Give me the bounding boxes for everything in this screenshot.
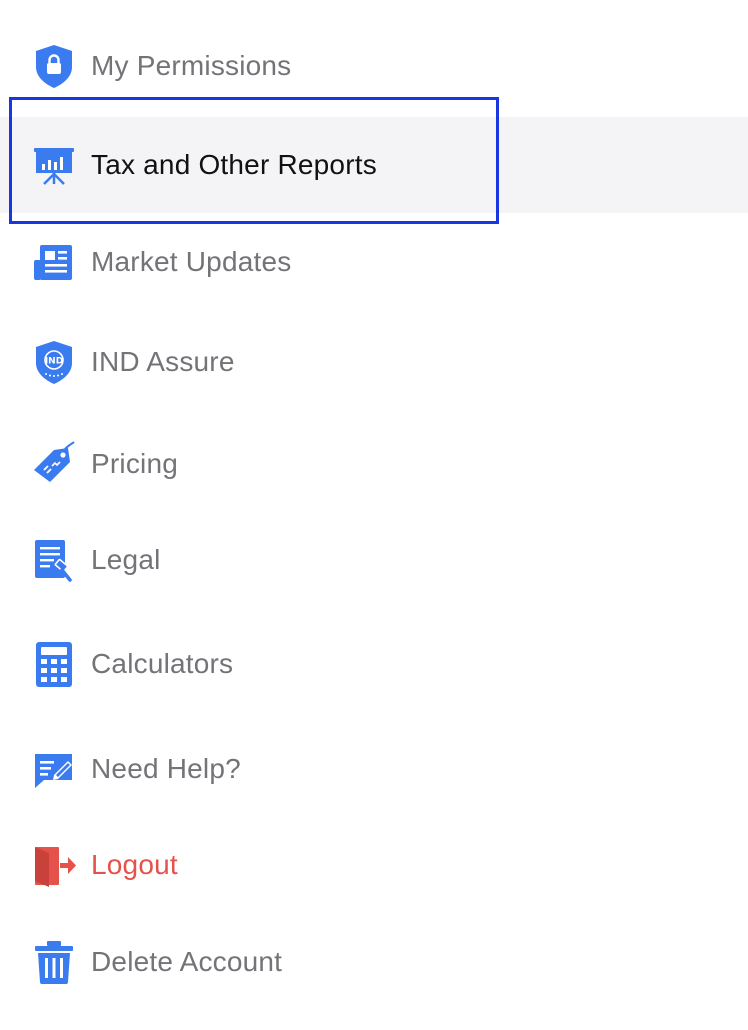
- ind-shield-icon: IND: [32, 338, 76, 386]
- menu-item-ind-assure[interactable]: IND IND Assure: [0, 314, 748, 410]
- shield-lock-icon: [32, 42, 76, 90]
- menu-item-need-help[interactable]: Need Help?: [0, 721, 748, 817]
- menu-item-label: My Permissions: [91, 50, 292, 81]
- menu-item-my-permissions[interactable]: My Permissions: [0, 18, 748, 114]
- menu-item-label: Calculators: [91, 648, 234, 679]
- newspaper-icon: [32, 238, 76, 286]
- menu-item-legal[interactable]: Legal: [0, 512, 748, 608]
- menu-item-label: Tax and Other Reports: [91, 149, 377, 180]
- menu-item-label: Pricing: [91, 448, 178, 479]
- menu-item-label: Need Help?: [91, 753, 241, 784]
- menu-item-logout[interactable]: Logout: [0, 817, 748, 913]
- menu-item-market-updates[interactable]: Market Updates: [0, 214, 748, 310]
- logout-door-icon: [32, 841, 76, 889]
- price-tag-icon: [32, 440, 76, 488]
- presentation-chart-icon: [32, 141, 76, 189]
- menu-item-label: Legal: [91, 544, 161, 575]
- menu-item-label: Delete Account: [91, 946, 283, 977]
- chat-edit-icon: [32, 745, 76, 793]
- menu-item-pricing[interactable]: Pricing: [0, 416, 748, 512]
- menu-item-label: Logout: [91, 849, 178, 880]
- legal-document-icon: [32, 536, 76, 584]
- menu-item-tax-reports[interactable]: Tax and Other Reports: [0, 117, 748, 213]
- trash-icon: [32, 938, 76, 986]
- menu-item-label: IND Assure: [91, 346, 235, 377]
- menu-item-delete-account[interactable]: Delete Account: [0, 914, 748, 1010]
- ind-badge-text: IND: [45, 357, 63, 367]
- menu-item-label: Market Updates: [91, 246, 292, 277]
- menu-item-calculators[interactable]: Calculators: [0, 616, 748, 712]
- calculator-icon: [32, 640, 76, 688]
